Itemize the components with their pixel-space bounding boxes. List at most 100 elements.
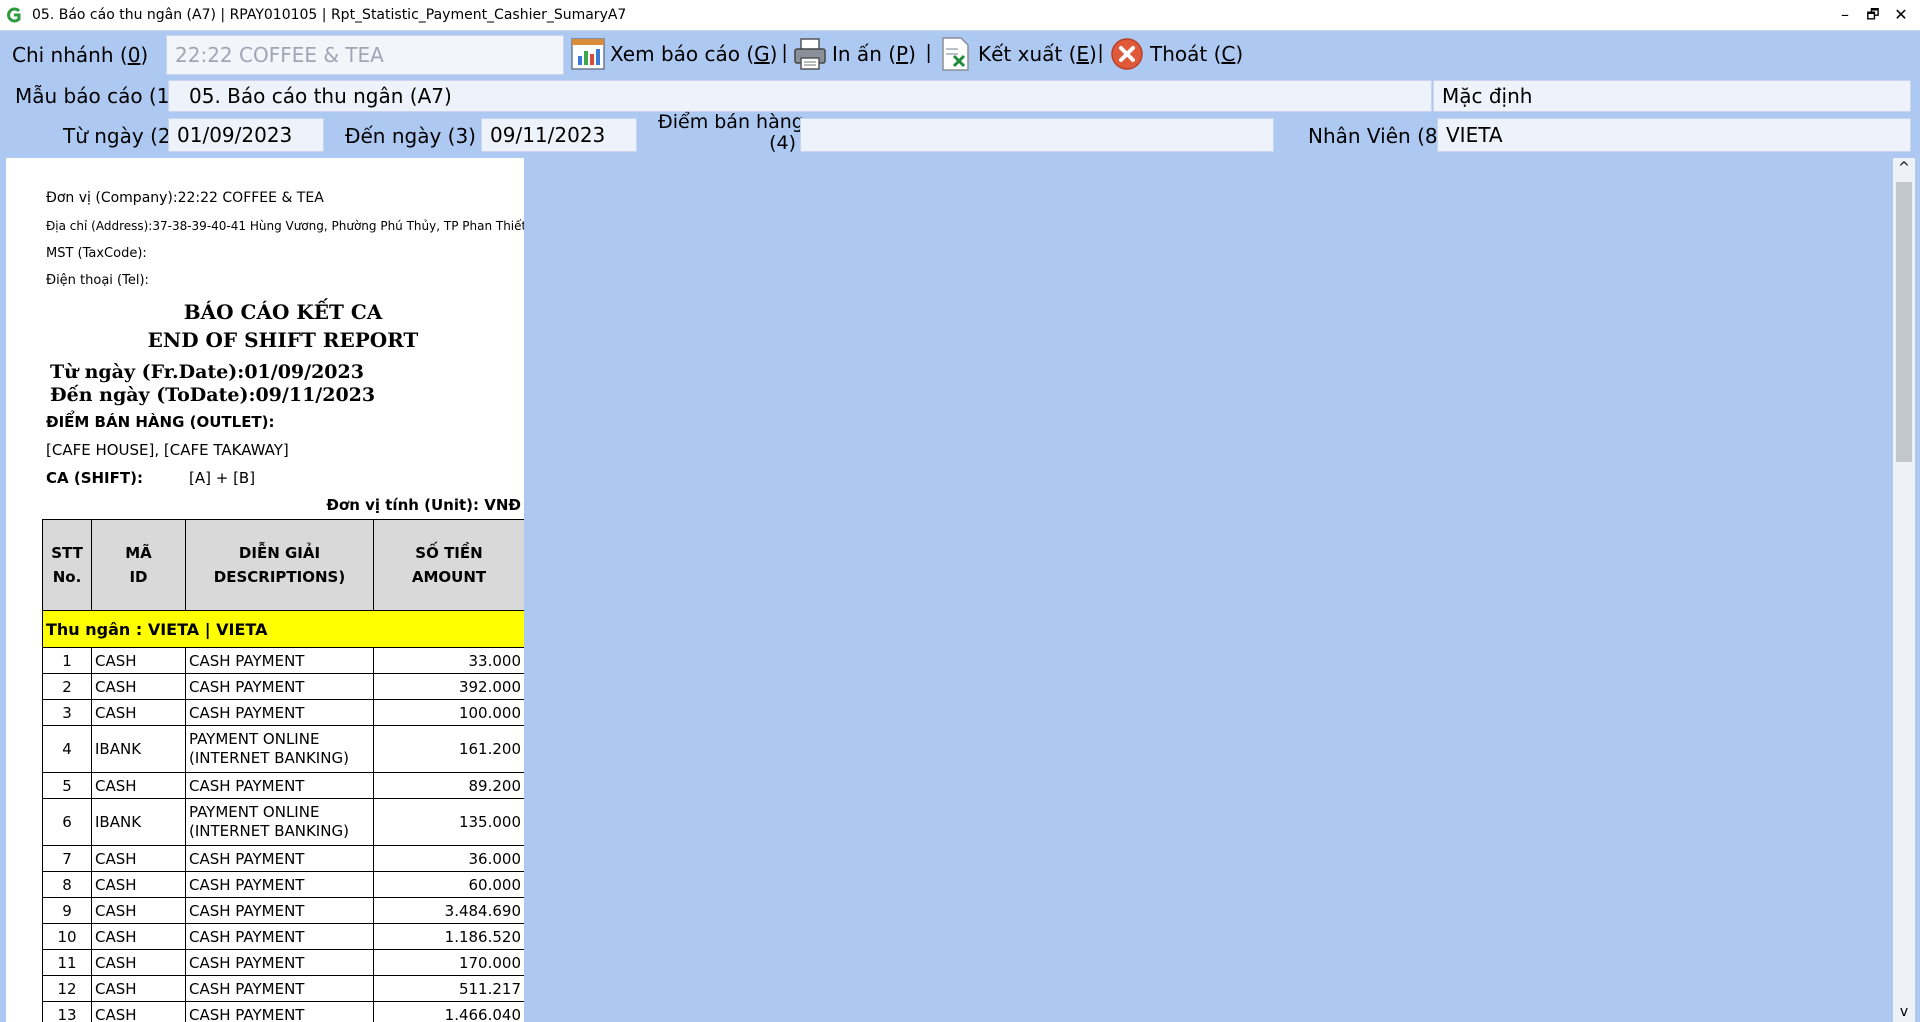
row-stt: 11	[42, 949, 92, 976]
scroll-thumb[interactable]	[1896, 182, 1912, 462]
taxcode-line: MST (TaxCode):	[46, 246, 147, 261]
restore-button[interactable]: 🗗	[1860, 3, 1886, 27]
row-amount: 511.217	[373, 975, 524, 1002]
address-line: Địa chỉ (Address):37-38-39-40-41 Hùng Vư…	[46, 219, 524, 233]
exit-label: Thoát (C)	[1150, 42, 1244, 66]
row-id: CASH	[91, 699, 186, 726]
row-stt: 9	[42, 897, 92, 924]
row-amount: 170.000	[373, 949, 524, 976]
scroll-up-arrow-icon[interactable]: ^	[1896, 160, 1912, 176]
staff-field[interactable]: VIETA	[1437, 118, 1911, 152]
report-preview[interactable]: Đơn vị (Company):22:22 COFFEE & TEA Địa …	[6, 158, 524, 1022]
shift-label: CA (SHIFT):	[46, 469, 143, 487]
row-amount: 60.000	[373, 871, 524, 898]
row-id: CASH	[91, 647, 186, 674]
row-amount: 36.000	[373, 845, 524, 872]
outlet-label: Điểm bán hàng (4)	[658, 111, 804, 154]
row-id: CASH	[91, 923, 186, 950]
view-report-button[interactable]: Xem báo cáo (G)	[570, 34, 777, 74]
app-icon	[7, 7, 21, 23]
row-description: CASH PAYMENT	[185, 897, 374, 924]
close-button[interactable]: ✕	[1888, 3, 1914, 27]
row-amount: 1.186.520	[373, 923, 524, 950]
row-description: CASH PAYMENT	[185, 871, 374, 898]
tel-line: Điện thoại (Tel):	[46, 273, 149, 288]
row-id: CASH	[91, 845, 186, 872]
row-amount: 392.000	[373, 673, 524, 700]
row-stt: 1	[42, 647, 92, 674]
row-stt: 3	[42, 699, 92, 726]
header-amount: SỐ TIỀN AMOUNT	[373, 519, 524, 611]
row-description: PAYMENT ONLINE (INTERNET BANKING)	[185, 725, 374, 773]
row-id: CASH	[91, 673, 186, 700]
staff-label: Nhân Viên (8)	[1308, 124, 1446, 148]
row-stt: 12	[42, 975, 92, 1002]
row-amount: 33.000	[373, 647, 524, 674]
minimize-button[interactable]: –	[1832, 3, 1858, 27]
company-line: Đơn vị (Company):22:22 COFFEE & TEA	[46, 190, 324, 206]
branch-field[interactable]: 22:22 COFFEE & TEA	[166, 35, 564, 75]
table-row: 9 CASH CASH PAYMENT 3.484.690	[42, 897, 524, 924]
row-amount: 161.200	[373, 725, 524, 773]
printer-icon	[794, 38, 826, 70]
report-from-date: Từ ngày (Fr.Date):01/09/2023	[50, 361, 364, 383]
row-id: CASH	[91, 871, 186, 898]
row-description: CASH PAYMENT	[185, 949, 374, 976]
template-label: Mẫu báo cáo (1)	[15, 84, 178, 108]
row-stt: 6	[42, 798, 92, 846]
row-id: IBANK	[91, 798, 186, 846]
row-description: CASH PAYMENT	[185, 673, 374, 700]
row-id: CASH	[91, 949, 186, 976]
toolbar-separator: |	[926, 42, 932, 64]
table-row: 10 CASH CASH PAYMENT 1.186.520	[42, 923, 524, 950]
print-button[interactable]: In ấn (P)	[792, 34, 916, 74]
vertical-scrollbar[interactable]: ^ v	[1893, 158, 1915, 1022]
outlet-heading: ĐIỂM BÁN HÀNG (OUTLET):	[46, 413, 275, 431]
row-amount: 135.000	[373, 798, 524, 846]
from-date-field[interactable]: 01/09/2023	[168, 118, 324, 152]
table-row: 8 CASH CASH PAYMENT 60.000	[42, 871, 524, 898]
scroll-down-arrow-icon[interactable]: v	[1896, 1004, 1912, 1020]
template-field[interactable]: 05. Báo cáo thu ngân (A7)	[168, 80, 1432, 112]
window-title: 05. Báo cáo thu ngân (A7) | RPAY010105 |…	[32, 7, 627, 23]
row-description: PAYMENT ONLINE (INTERNET BANKING)	[185, 798, 374, 846]
row-id: CASH	[91, 897, 186, 924]
export-button[interactable]: Kết xuất (E)	[938, 34, 1097, 74]
cashier-group-label: Thu ngân : VIETA | VIETA	[42, 610, 524, 648]
table-row: 3 CASH CASH PAYMENT 100.000	[42, 699, 524, 726]
table-row: 1 CASH CASH PAYMENT 33.000	[42, 647, 524, 674]
template-default-field[interactable]: Mặc định	[1433, 80, 1911, 112]
row-stt: 5	[42, 772, 92, 799]
report-to-date: Đến ngày (ToDate):09/11/2023	[50, 384, 376, 406]
to-date-label: Đến ngày (3)	[345, 124, 476, 148]
to-date-field[interactable]: 09/11/2023	[481, 118, 637, 152]
row-id: CASH	[91, 772, 186, 799]
branch-label: Chi nhánh (0)	[12, 43, 149, 67]
payment-table: STT No. MÃ ID DIỄN GIẢI DESCRIPTIONS) SỐ TI…	[42, 519, 524, 1022]
outlet-field[interactable]	[800, 118, 1274, 152]
table-header-row: STT No. MÃ ID DIỄN GIẢI DESCRIPTIONS) SỐ TI…	[42, 519, 524, 611]
row-amount: 89.200	[373, 772, 524, 799]
table-row: 6 IBANK PAYMENT ONLINE (INTERNET BANKING) 1…	[42, 798, 524, 846]
table-row: 4 IBANK PAYMENT ONLINE (INTERNET BANKING) 1…	[42, 725, 524, 773]
row-stt: 8	[42, 871, 92, 898]
table-row: 7 CASH CASH PAYMENT 36.000	[42, 845, 524, 872]
row-amount: 3.484.690	[373, 897, 524, 924]
row-stt: 4	[42, 725, 92, 773]
row-description: CASH PAYMENT	[185, 647, 374, 674]
row-description: CASH PAYMENT	[185, 772, 374, 799]
print-label: In ấn (P)	[832, 42, 916, 66]
header-id: MÃ ID	[91, 519, 186, 611]
toolbar-separator: |	[1098, 42, 1104, 64]
header-stt: STT No.	[42, 519, 92, 611]
exit-button[interactable]: Thoát (C)	[1110, 34, 1243, 74]
report-title-en: END OF SHIFT REPORT	[147, 328, 419, 352]
row-description: CASH PAYMENT	[185, 845, 374, 872]
export-label: Kết xuất (E)	[978, 42, 1097, 66]
row-stt: 7	[42, 845, 92, 872]
toolbar-separator: |	[782, 42, 788, 64]
unit-line: Đơn vị tính (Unit): VNĐ	[326, 496, 521, 514]
table-row: 5 CASH CASH PAYMENT 89.200	[42, 772, 524, 799]
row-description: CASH PAYMENT	[185, 699, 374, 726]
report-title-vi: BÁO CÁO KẾT CA	[183, 300, 383, 324]
